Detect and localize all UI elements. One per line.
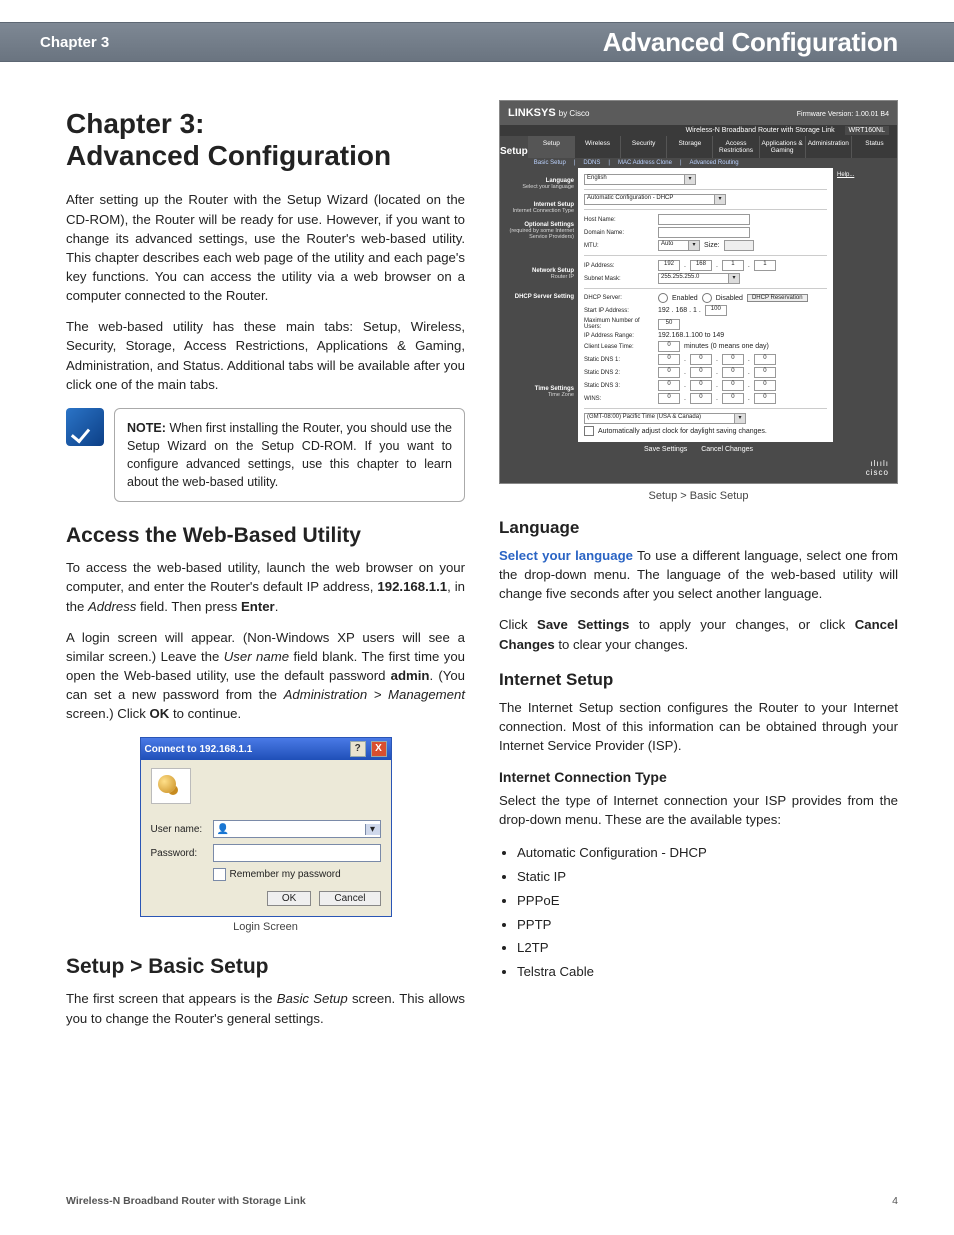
- save-cancel-paragraph: Click Save Settings to apply your change…: [499, 615, 898, 653]
- tab-wireless[interactable]: Wireless: [574, 136, 620, 158]
- sub-tabs: Basic Setup | DDNS | MAC Address Clone |…: [528, 158, 897, 168]
- intro-paragraph-1: After setting up the Router with the Set…: [66, 190, 465, 305]
- subnet-select[interactable]: 255.255.255.0▾: [658, 273, 740, 284]
- domain-input[interactable]: [658, 227, 750, 238]
- chapter-label: Chapter 3: [40, 34, 109, 51]
- password-label: Password:: [151, 848, 213, 859]
- max-users-input[interactable]: 50: [658, 319, 680, 330]
- page-footer: Wireless-N Broadband Router with Storage…: [66, 1195, 898, 1207]
- login-caption: Login Screen: [66, 921, 465, 933]
- internet-setup-paragraph: The Internet Setup section configures th…: [499, 698, 898, 755]
- dhcp-enabled-radio[interactable]: [658, 293, 668, 303]
- close-button[interactable]: X: [371, 741, 387, 757]
- header-bar: Chapter 3 Advanced Configuration: [0, 22, 954, 62]
- basic-setup-paragraph: The first screen that appears is the Bas…: [66, 989, 465, 1027]
- brand-logo: LINKSYS by Cisco: [508, 107, 589, 119]
- subtab-mac[interactable]: MAC Address Clone: [618, 160, 672, 166]
- mtu-select[interactable]: Auto▾: [658, 240, 700, 251]
- list-item: Automatic Configuration - DHCP: [517, 841, 898, 865]
- connection-type-list: Automatic Configuration - DHCP Static IP…: [517, 841, 898, 984]
- login-dialog: Connect to 192.168.1.1 ? X User name: 👤 …: [140, 737, 392, 917]
- note-text: NOTE: When first installing the Router, …: [114, 408, 465, 503]
- connection-type-paragraph: Select the type of Internet connection y…: [499, 791, 898, 829]
- username-input[interactable]: 👤 ▾: [213, 820, 381, 838]
- connection-type-select[interactable]: Automatic Configuration - DHCP▾: [584, 194, 726, 205]
- user-icon: 👤: [217, 824, 229, 835]
- tab-setup[interactable]: Setup: [528, 136, 574, 158]
- section-title: Advanced Configuration: [603, 27, 898, 58]
- check-icon: [66, 408, 104, 446]
- left-column: Chapter 3: Advanced Configuration After …: [66, 100, 465, 1165]
- list-item: PPTP: [517, 913, 898, 937]
- cisco-logo: ılıılıcisco: [500, 457, 897, 483]
- dhcp-reservation-button[interactable]: DHCP Reservation: [747, 294, 808, 302]
- start-ip-input[interactable]: 100: [705, 305, 727, 316]
- right-column: LINKSYS by Cisco Firmware Version: 1.00.…: [499, 100, 898, 1165]
- note-callout: NOTE: When first installing the Router, …: [66, 408, 465, 503]
- heading-language: Language: [499, 518, 898, 538]
- help-link[interactable]: Help...: [837, 172, 893, 178]
- heading-connection-type: Internet Connection Type: [499, 769, 898, 785]
- cancel-changes-button[interactable]: Cancel Changes: [701, 446, 753, 453]
- tab-security[interactable]: Security: [620, 136, 666, 158]
- dst-checkbox[interactable]: [584, 426, 594, 436]
- page-number: 4: [892, 1195, 898, 1207]
- main-tabs: Setup Wireless Security Storage Access R…: [528, 136, 897, 158]
- hostname-input[interactable]: [658, 214, 750, 225]
- subtab-basic[interactable]: Basic Setup: [534, 160, 566, 166]
- ok-button[interactable]: OK: [267, 891, 311, 906]
- ip-oct3[interactable]: 1: [722, 260, 744, 271]
- model-name: WRT160NL: [845, 126, 889, 135]
- router-ui-screenshot: LINKSYS by Cisco Firmware Version: 1.00.…: [499, 100, 898, 484]
- tab-storage[interactable]: Storage: [666, 136, 712, 158]
- subtab-advrouting[interactable]: Advanced Routing: [690, 160, 739, 166]
- language-paragraph: Select your language To use a different …: [499, 546, 898, 603]
- keys-icon: [151, 768, 191, 804]
- login-title: Connect to 192.168.1.1: [145, 744, 253, 755]
- access-paragraph-2: A login screen will appear. (Non-Windows…: [66, 628, 465, 724]
- footer-title: Wireless-N Broadband Router with Storage…: [66, 1195, 306, 1207]
- access-paragraph-1: To access the web-based utility, launch …: [66, 558, 465, 615]
- tab-apps[interactable]: Applications & Gaming: [759, 136, 805, 158]
- login-titlebar: Connect to 192.168.1.1 ? X: [141, 738, 391, 760]
- heading-access-utility: Access the Web-Based Utility: [66, 524, 465, 548]
- cancel-button[interactable]: Cancel: [319, 891, 380, 906]
- tab-status[interactable]: Status: [851, 136, 897, 158]
- intro-paragraph-2: The web-based utility has these main tab…: [66, 317, 465, 394]
- heading-internet-setup: Internet Setup: [499, 670, 898, 690]
- save-settings-button[interactable]: Save Settings: [644, 446, 687, 453]
- chevron-down-icon[interactable]: ▾: [365, 824, 380, 835]
- active-section: Setup: [500, 136, 528, 168]
- language-select[interactable]: English▾: [584, 174, 696, 185]
- list-item: PPPoE: [517, 889, 898, 913]
- password-input[interactable]: [213, 844, 381, 862]
- list-item: Static IP: [517, 865, 898, 889]
- list-item: Telstra Cable: [517, 960, 898, 984]
- router-ui-caption: Setup > Basic Setup: [499, 490, 898, 502]
- tab-admin[interactable]: Administration: [805, 136, 851, 158]
- tab-access[interactable]: Access Restrictions: [712, 136, 758, 158]
- username-label: User name:: [151, 824, 213, 835]
- timezone-select[interactable]: (GMT-08:00) Pacific Time (USA & Canada)▾: [584, 413, 746, 424]
- subtab-ddns[interactable]: DDNS: [583, 160, 600, 166]
- ip-oct2[interactable]: 168: [690, 260, 712, 271]
- remember-checkbox[interactable]: [213, 868, 226, 881]
- ip-oct4[interactable]: 1: [754, 260, 776, 271]
- list-item: L2TP: [517, 936, 898, 960]
- lease-input[interactable]: 0: [658, 341, 680, 352]
- chapter-heading: Chapter 3: Advanced Configuration: [66, 108, 465, 172]
- ip-oct1[interactable]: 192: [658, 260, 680, 271]
- dhcp-disabled-radio[interactable]: [702, 293, 712, 303]
- product-name: Wireless-N Broadband Router with Storage…: [686, 127, 835, 134]
- firmware-version: Firmware Version: 1.00.01 B4: [797, 111, 889, 118]
- remember-label: Remember my password: [230, 869, 341, 880]
- help-button[interactable]: ?: [350, 741, 366, 757]
- mtu-size-input: [724, 240, 754, 251]
- heading-basic-setup: Setup > Basic Setup: [66, 955, 465, 979]
